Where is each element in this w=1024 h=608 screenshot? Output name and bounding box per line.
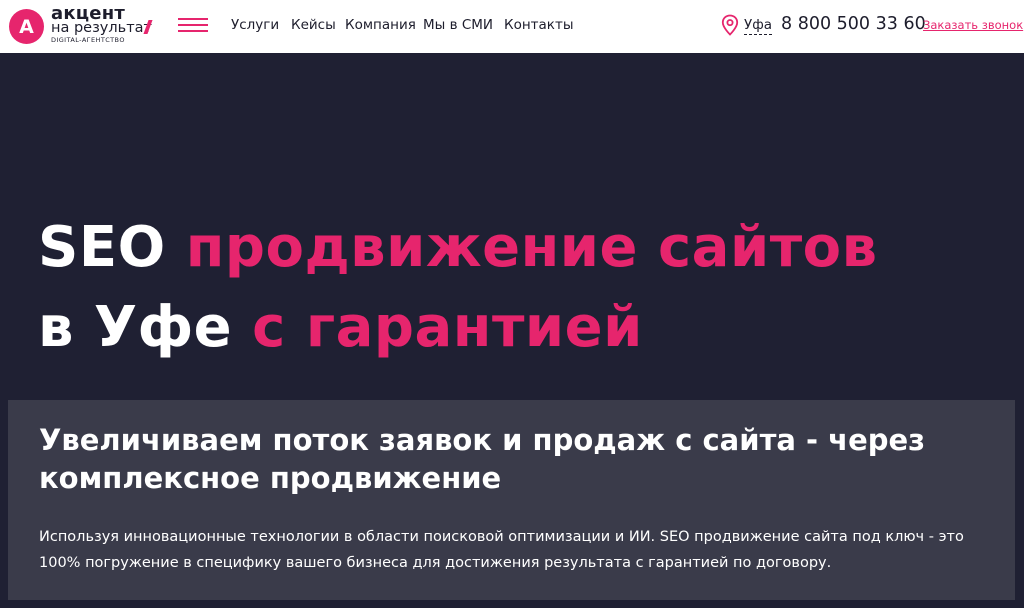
burger-menu-icon[interactable] <box>178 17 208 34</box>
hero-title-guarantee: с гарантией <box>252 295 643 360</box>
hero-title-city: в Уфе <box>38 295 233 360</box>
burger-line <box>178 30 208 32</box>
nav-item-company[interactable]: Компания <box>345 16 416 34</box>
hero-title-promotion: продвижение сайтов <box>185 215 878 280</box>
logo-mark[interactable]: А <box>9 9 44 44</box>
burger-line <box>178 24 208 26</box>
city-selector[interactable]: Уфа <box>744 16 773 35</box>
subpanel-description: Используя инновационные технологии в обл… <box>39 529 964 571</box>
nav-item-press[interactable]: Мы в СМИ <box>423 16 493 34</box>
location-pin-icon[interactable] <box>721 14 739 36</box>
hero-title-seo: SEO <box>38 215 166 280</box>
logo-text-line2[interactable]: на результат <box>51 21 152 36</box>
phone-number[interactable]: 8 800 500 33 60 <box>781 13 926 35</box>
hero-title: SEO продвижение сайтов в Уфе с гарантией <box>38 208 878 368</box>
nav-item-services[interactable]: Услуги <box>231 16 279 34</box>
nav-item-cases[interactable]: Кейсы <box>291 16 336 34</box>
callback-link[interactable]: Заказать звонок <box>923 17 1023 33</box>
site-header: А акцент на результат DIGITAL-АГЕНТСТВО … <box>0 0 1024 53</box>
nav-item-contacts[interactable]: Контакты <box>504 16 573 34</box>
burger-line <box>178 18 208 20</box>
hero-subpanel: Увеличиваем поток заявок и продаж с сайт… <box>8 400 1015 600</box>
subpanel-heading: Увеличиваем поток заявок и продаж с сайт… <box>39 423 926 495</box>
logo-tagline: DIGITAL-АГЕНТСТВО <box>51 36 125 44</box>
